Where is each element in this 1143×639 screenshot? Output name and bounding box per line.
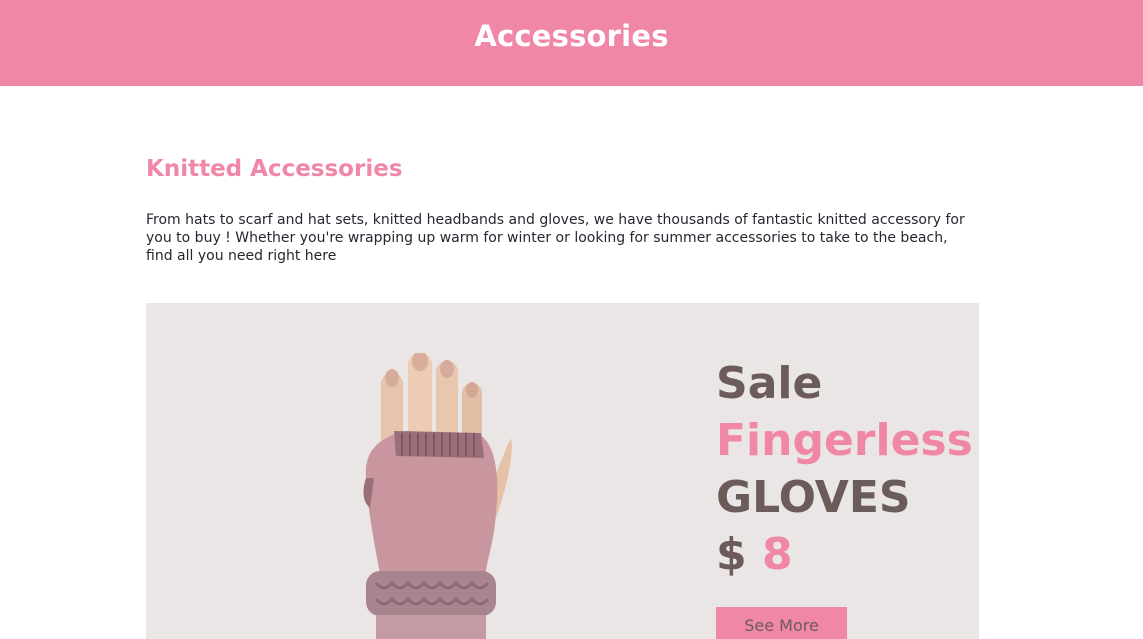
page-title: Accessories [474, 19, 669, 53]
section-title: Knitted Accessories [146, 156, 403, 182]
promo-banner: Sale Fingerless GLOVES $ 8 See More [146, 303, 979, 639]
promo-price: $ 8 [716, 526, 973, 583]
glove-image [363, 353, 512, 639]
promo-text: Sale Fingerless GLOVES $ 8 [716, 355, 973, 583]
price-value: 8 [761, 529, 793, 580]
site-header: Accessories [0, 0, 1143, 86]
promo-sale-label: Sale [716, 358, 823, 409]
price-currency: $ [716, 529, 747, 580]
see-more-button[interactable]: See More [716, 607, 847, 639]
section-description: From hats to scarf and hat sets, knitted… [146, 212, 965, 264]
promo-product-name: Fingerless [716, 415, 973, 466]
promo-product-type: GLOVES [716, 472, 911, 523]
